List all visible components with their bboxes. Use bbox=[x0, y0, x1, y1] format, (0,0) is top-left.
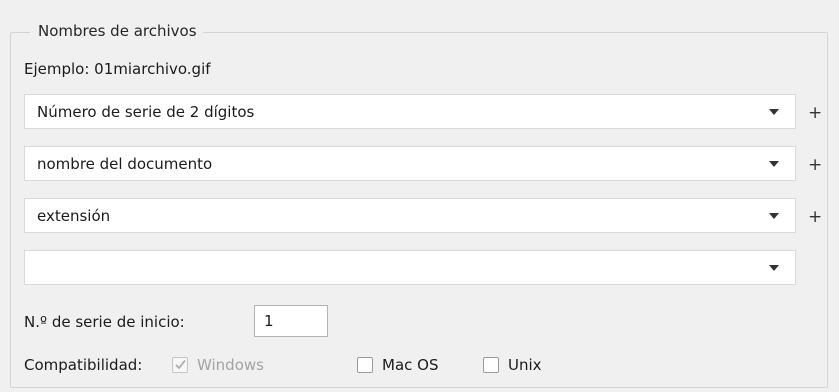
file-naming-panel: Nombres de archivos Ejemplo: 01miarchivo… bbox=[0, 0, 839, 392]
unix-checkbox[interactable] bbox=[483, 357, 499, 373]
name-part-value: Número de serie de 2 dígitos bbox=[37, 103, 255, 121]
name-part-select-2[interactable]: nombre del documento bbox=[24, 146, 796, 181]
group-title: Nombres de archivos bbox=[30, 20, 203, 42]
example-filename: Ejemplo: 01miarchivo.gif bbox=[24, 60, 211, 78]
macos-checkbox-row[interactable]: Mac OS bbox=[357, 354, 438, 376]
add-name-part-button-3[interactable]: + bbox=[808, 207, 822, 227]
add-name-part-button-1[interactable]: + bbox=[808, 103, 822, 123]
start-serial-label: N.º de serie de inicio: bbox=[24, 313, 185, 331]
caret-down-icon bbox=[769, 213, 779, 219]
caret-down-icon bbox=[769, 161, 779, 167]
compatibility-label: Compatibilidad: bbox=[24, 356, 143, 374]
name-part-value: nombre del documento bbox=[37, 155, 213, 173]
windows-checkbox-row[interactable]: Windows bbox=[172, 354, 264, 376]
unix-label: Unix bbox=[508, 356, 542, 374]
caret-down-icon bbox=[769, 109, 779, 115]
name-part-select-4[interactable] bbox=[24, 250, 796, 285]
name-part-value: extensión bbox=[37, 207, 111, 225]
name-part-select-1[interactable]: Número de serie de 2 dígitos bbox=[24, 94, 796, 129]
windows-checkbox[interactable] bbox=[172, 357, 188, 373]
checkmark-icon bbox=[175, 360, 186, 370]
unix-checkbox-row[interactable]: Unix bbox=[483, 354, 542, 376]
windows-label: Windows bbox=[197, 356, 264, 374]
macos-label: Mac OS bbox=[382, 356, 439, 374]
macos-checkbox[interactable] bbox=[357, 357, 373, 373]
add-name-part-button-2[interactable]: + bbox=[808, 155, 822, 175]
start-serial-input[interactable] bbox=[254, 305, 328, 337]
caret-down-icon bbox=[769, 265, 779, 271]
name-part-select-3[interactable]: extensión bbox=[24, 198, 796, 233]
